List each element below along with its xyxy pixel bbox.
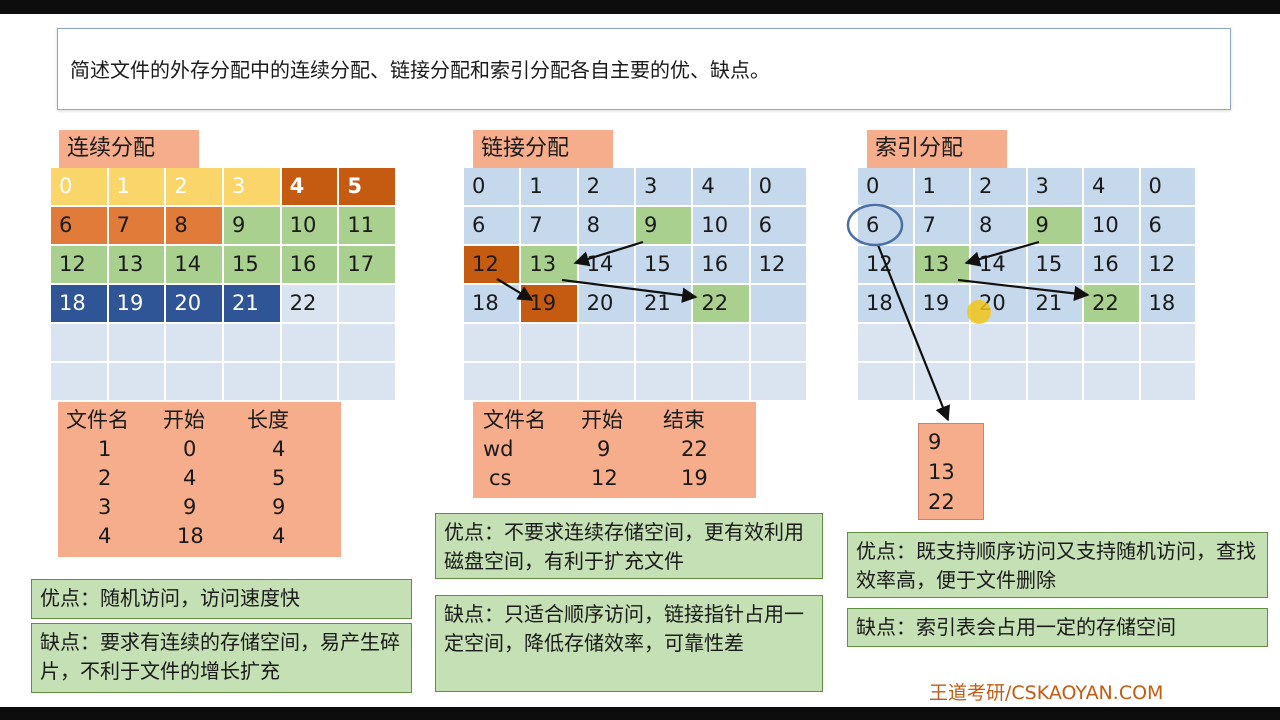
arrow-6-to-index-block (876, 244, 951, 422)
arrow-9-to-13-indexed (964, 240, 1040, 267)
arrow-overlay (496, 203, 1090, 422)
cursor-highlight (967, 300, 991, 324)
arrow-13-to-22 (561, 278, 698, 303)
highlight-circle (846, 203, 904, 247)
arrow-12-to-19 (496, 278, 534, 301)
arrow-9-to-13 (573, 240, 644, 267)
arrow-13-to-22-indexed (957, 278, 1090, 302)
